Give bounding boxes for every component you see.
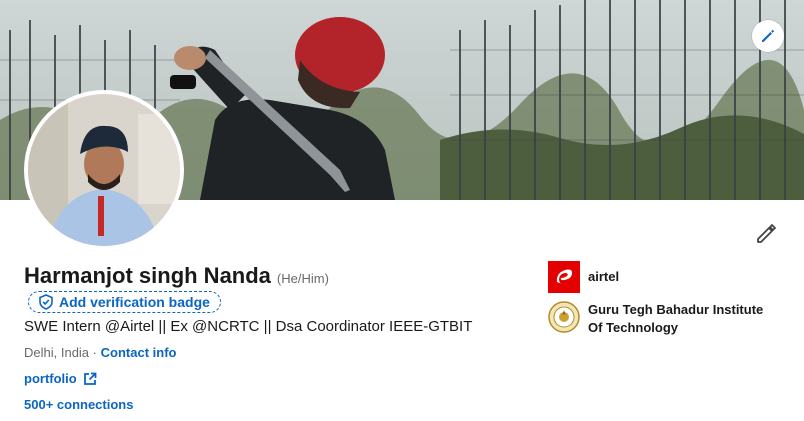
profile-name: Harmanjot singh Nanda [24,263,271,288]
profile-photo[interactable] [24,90,184,250]
edit-intro-button[interactable] [754,222,778,246]
pronouns: (He/Him) [276,271,329,286]
gtbit-label: Guru Tegh Bahadur Institute Of Technolog… [588,302,764,335]
verification-label: Add verification badge [59,294,210,310]
connections-link[interactable]: 500+ connections [24,397,133,412]
shield-check-icon [39,294,53,310]
pencil-icon [757,224,776,243]
separator: · [92,345,98,360]
portfolio-link[interactable]: portfolio [24,371,97,386]
contact-info-link[interactable]: Contact info [101,345,177,360]
location: Delhi, India [24,345,90,360]
pencil-icon [762,29,775,42]
name-row: Harmanjot singh Nanda (He/Him) [24,263,329,289]
airtel-label: airtel [588,269,620,284]
avatar [28,94,180,246]
avatar-illustration [28,94,180,246]
current-company-airtel[interactable]: airtel [548,261,778,293]
airtel-logo [548,261,580,293]
gtbit-logo [548,301,580,333]
external-link-icon [83,372,97,385]
location-row: Delhi, India · Contact info [24,345,176,360]
portfolio-label: portfolio [24,371,77,386]
education-gtbit[interactable]: Guru Tegh Bahadur Institute Of Technolog… [548,301,778,337]
edit-cover-button[interactable] [752,20,784,52]
headline: SWE Intern @Airtel || Ex @NCRTC || Dsa C… [24,318,473,335]
add-verification-badge-button[interactable]: Add verification badge [28,291,221,313]
